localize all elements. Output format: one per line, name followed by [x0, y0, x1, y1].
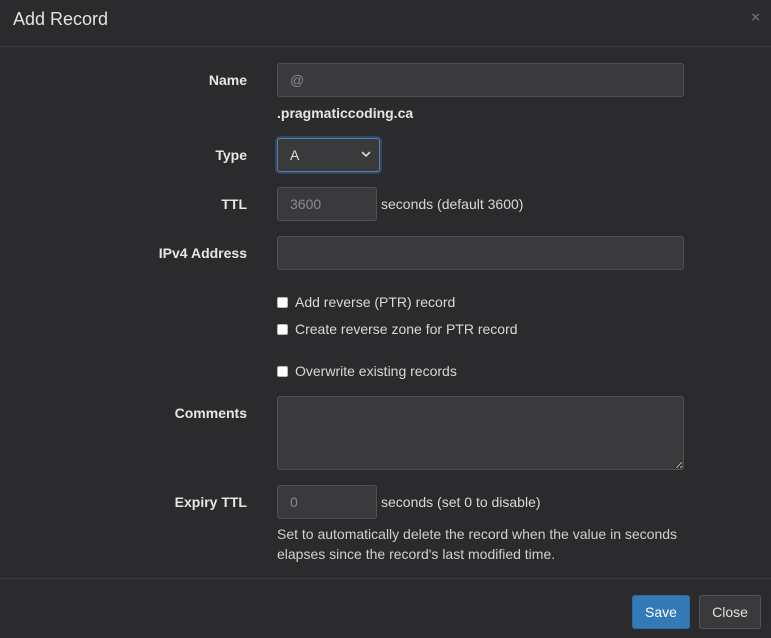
- ttl-input[interactable]: [277, 187, 377, 221]
- close-button[interactable]: Close: [699, 595, 761, 629]
- expiry-ttl-input[interactable]: [277, 485, 377, 519]
- add-ptr-checkbox-row[interactable]: Add reverse (PTR) record: [277, 294, 455, 310]
- save-button[interactable]: Save: [632, 595, 690, 629]
- add-record-modal: Add Record × Name .pragmaticcoding.ca Ty…: [0, 0, 771, 638]
- overwrite-checkbox-row[interactable]: Overwrite existing records: [277, 363, 457, 379]
- overwrite-checkbox[interactable]: [277, 365, 288, 377]
- comments-label: Comments: [174, 405, 247, 421]
- create-reverse-zone-checkbox[interactable]: [277, 323, 288, 335]
- modal-header: Add Record ×: [0, 0, 771, 47]
- comments-textarea[interactable]: [277, 396, 684, 470]
- domain-suffix: .pragmaticcoding.ca: [277, 105, 414, 121]
- expiry-ttl-help: Set to automatically delete the record w…: [277, 526, 678, 562]
- ipv4-input[interactable]: [277, 236, 684, 270]
- add-ptr-label: Add reverse (PTR) record: [295, 294, 456, 310]
- create-reverse-zone-label: Create reverse zone for PTR record: [295, 321, 518, 337]
- expiry-ttl-label: Expiry TTL: [174, 494, 247, 510]
- ttl-suffix: seconds (default 3600): [381, 196, 524, 212]
- expiry-ttl-suffix: seconds (set 0 to disable): [381, 494, 541, 510]
- create-reverse-zone-checkbox-row[interactable]: Create reverse zone for PTR record: [277, 321, 518, 337]
- modal-title: Add Record: [13, 9, 109, 29]
- close-icon[interactable]: ×: [751, 9, 760, 26]
- ipv4-label: IPv4 Address: [158, 245, 247, 261]
- type-select[interactable]: A: [277, 138, 380, 172]
- type-label: Type: [215, 147, 247, 163]
- type-select-value: A: [290, 147, 300, 163]
- name-label: Name: [208, 72, 247, 88]
- chevron-down-icon: [361, 139, 371, 184]
- add-ptr-checkbox[interactable]: [277, 296, 288, 308]
- modal-footer: Save Close: [0, 578, 771, 638]
- ttl-label: TTL: [221, 196, 247, 212]
- name-input[interactable]: [277, 63, 684, 97]
- overwrite-label: Overwrite existing records: [295, 363, 457, 379]
